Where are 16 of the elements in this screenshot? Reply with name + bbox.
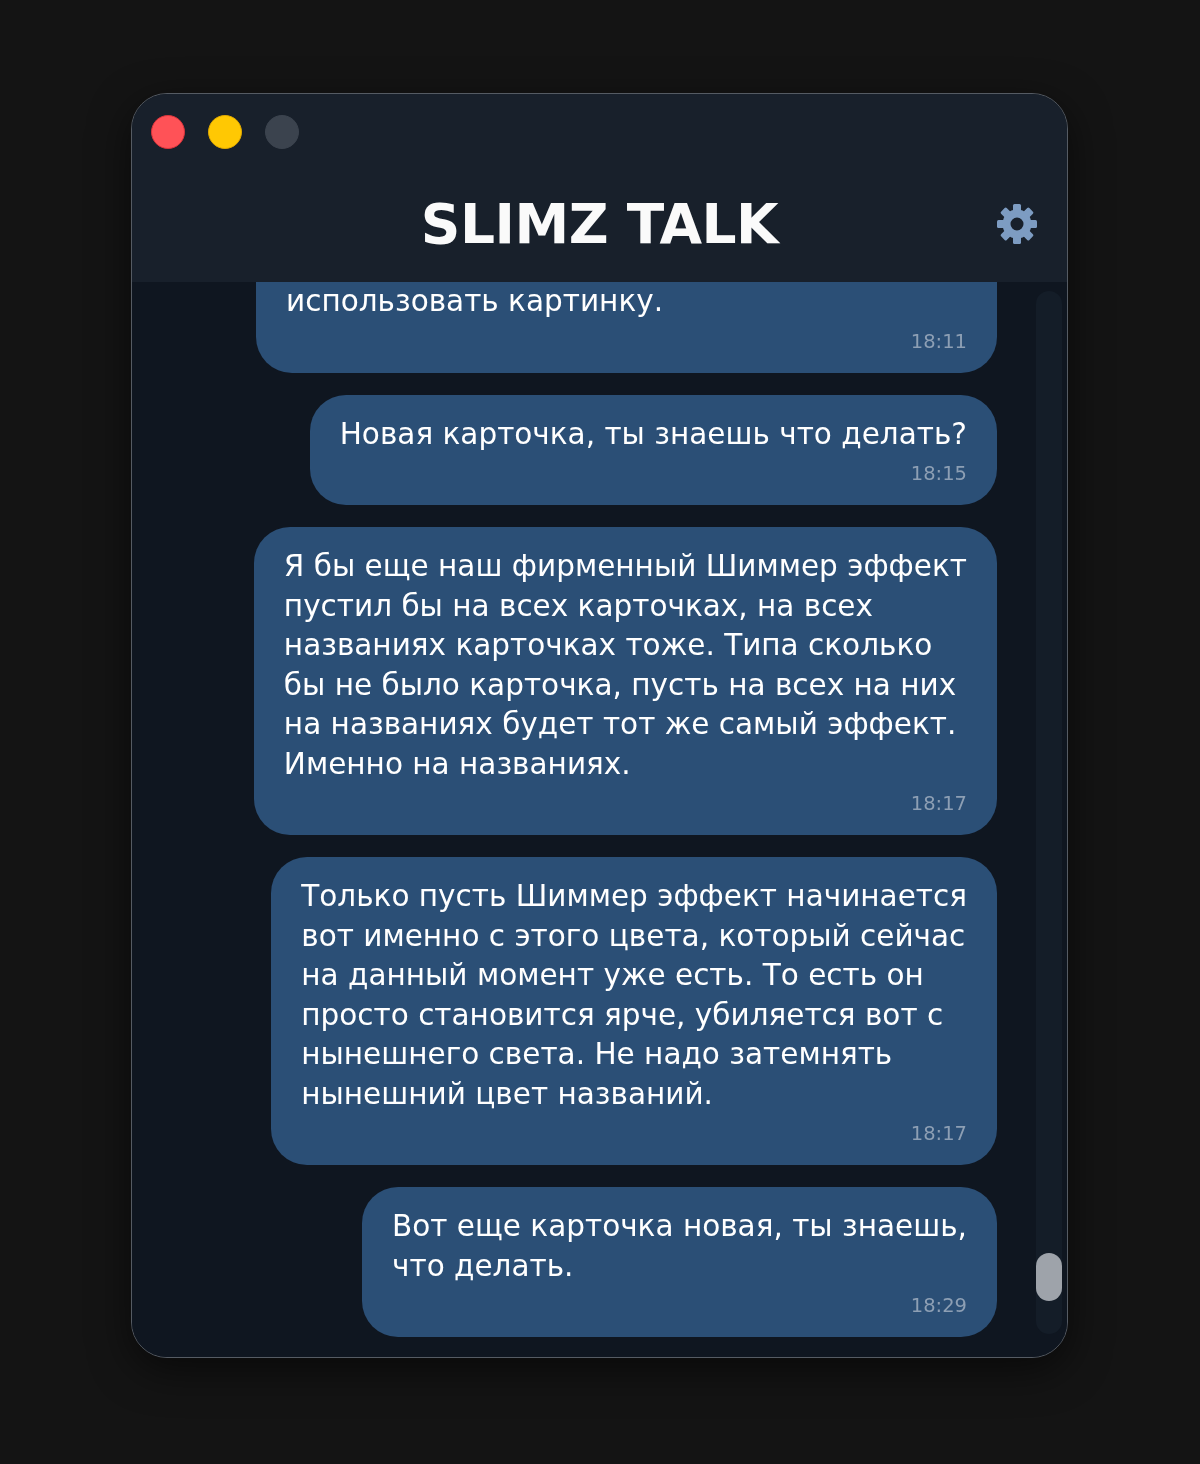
message-text: Новая карточка, ты знаешь что делать? bbox=[339, 415, 967, 453]
message-time: 18:15 bbox=[910, 461, 967, 487]
message-text: Только пусть Шиммер эффект начинается вот именно с этого цвета, который сейчас на данный момент уже есть. То есть он просто становится ярче, убиляется вот с нынешнего света. Не надо затемнять нынешний цвет названий. bbox=[301, 878, 967, 1113]
app-title: SLIMZ TALK bbox=[420, 198, 779, 250]
message-text: использовать картинку. bbox=[286, 283, 664, 320]
message-time: 18:11 bbox=[910, 328, 967, 355]
message-time: 18:17 bbox=[910, 791, 967, 817]
minimize-button[interactable] bbox=[208, 115, 242, 149]
settings-icon[interactable] bbox=[997, 204, 1037, 244]
message-time: 18:29 bbox=[910, 1293, 967, 1319]
message-time: 18:17 bbox=[910, 1121, 967, 1147]
scrollbar-thumb[interactable] bbox=[1036, 1253, 1062, 1301]
close-button[interactable] bbox=[151, 115, 185, 149]
message-text: Я бы еще наш фирменный Шиммер эффект пустил бы на всех карточках, на всех названиях карточках тоже. Типа сколько бы не было карточка, пусть на всех на них на названиях будет тот же самый эффект. Именно на названиях. bbox=[283, 548, 967, 783]
scrollbar-track[interactable] bbox=[1036, 291, 1062, 1334]
message-text: Вот еще карточка новая, ты знаешь, что делать. bbox=[392, 1208, 967, 1285]
